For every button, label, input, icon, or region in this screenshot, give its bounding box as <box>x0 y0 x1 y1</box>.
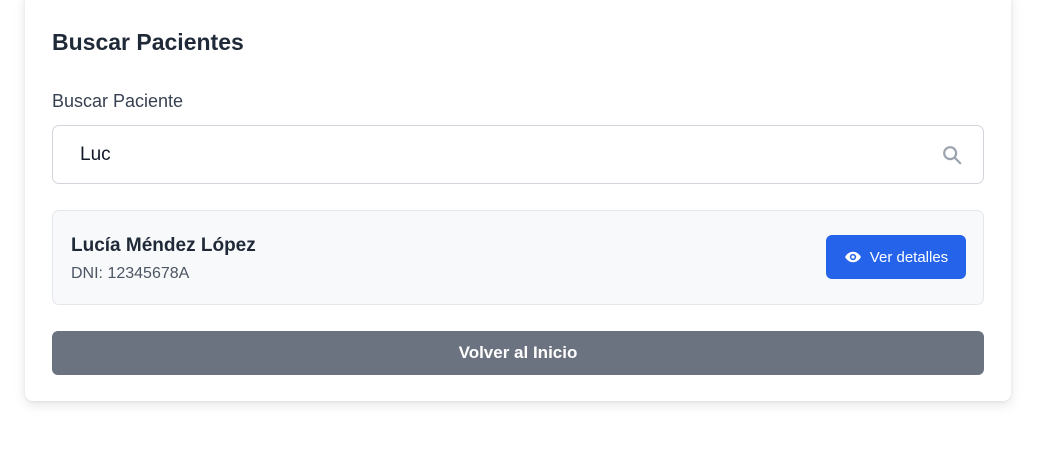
patient-dni: DNI: 12345678A <box>71 265 190 282</box>
search-icon[interactable] <box>941 144 963 166</box>
patient-name: Lucía Méndez López <box>71 235 256 256</box>
eye-icon <box>844 251 861 263</box>
view-details-button[interactable]: Ver detalles <box>826 235 966 279</box>
back-to-home-button[interactable]: Volver al Inicio <box>52 331 984 375</box>
search-patients-card: Buscar Pacientes Buscar Paciente Lucía M… <box>25 0 1011 401</box>
search-field[interactable] <box>52 125 984 184</box>
search-label: Buscar Paciente <box>52 91 184 111</box>
patient-result-item: Lucía Méndez López DNI: 12345678A Ver de… <box>52 210 984 305</box>
search-input[interactable] <box>54 127 924 182</box>
page-title: Buscar Pacientes <box>52 29 244 55</box>
view-details-label: Ver detalles <box>869 248 949 266</box>
